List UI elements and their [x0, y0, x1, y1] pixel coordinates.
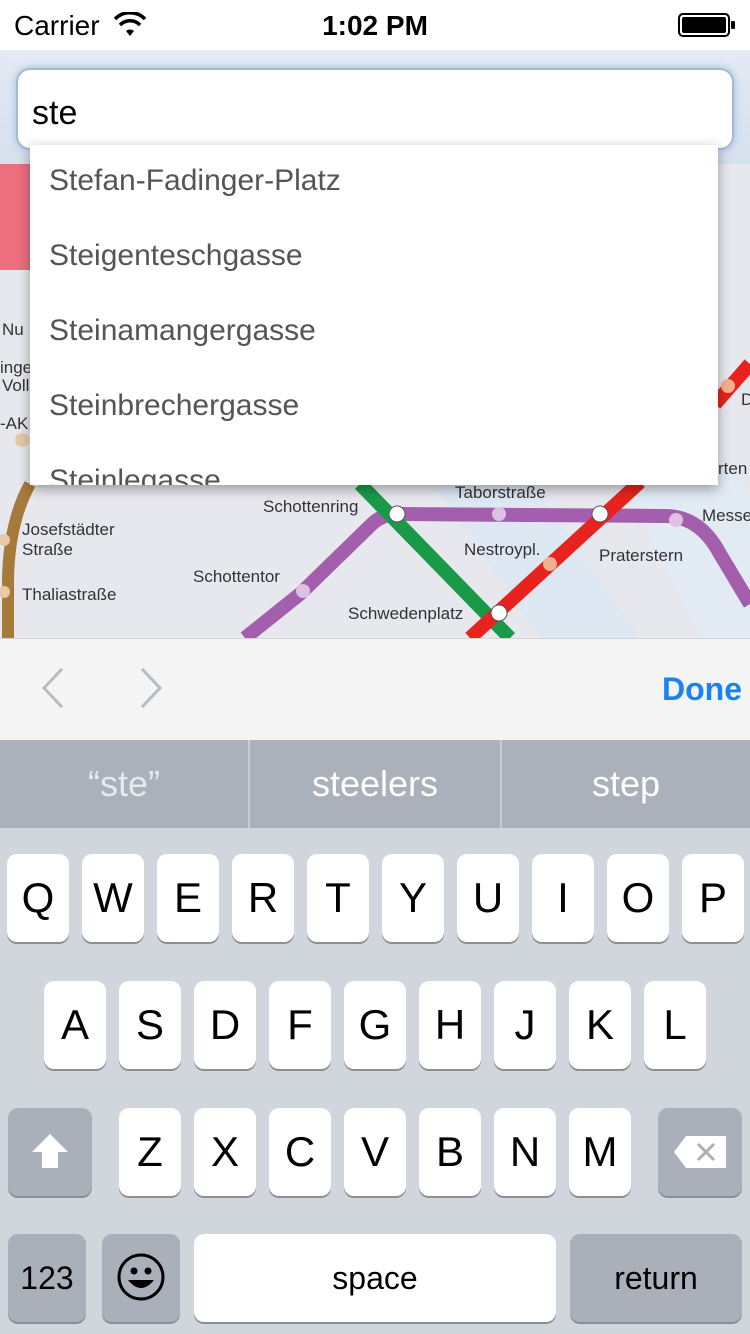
key-j[interactable]: J	[494, 981, 556, 1069]
map-station-interchange	[490, 604, 508, 622]
key-w[interactable]: W	[82, 854, 144, 942]
key-o[interactable]: O	[607, 854, 669, 942]
suggestion-bar: “ste” steelers step	[0, 740, 750, 828]
key-l[interactable]: L	[644, 981, 706, 1069]
map-label: Taborstraße	[455, 483, 546, 502]
map-label: Straße	[22, 540, 74, 559]
key-z[interactable]: Z	[119, 1108, 181, 1196]
key-i[interactable]: I	[532, 854, 594, 942]
map-label: rten	[718, 459, 748, 478]
map-station-interchange	[388, 505, 406, 523]
key-u[interactable]: U	[457, 854, 519, 942]
autocomplete-item[interactable]: Steinbrechergasse	[30, 370, 718, 445]
key-y[interactable]: Y	[382, 854, 444, 942]
shift-arrow-icon	[32, 1134, 68, 1168]
key-f[interactable]: F	[269, 981, 331, 1069]
map-label: Nu	[2, 320, 24, 339]
key-c[interactable]: C	[269, 1108, 331, 1196]
key-s[interactable]: S	[119, 981, 181, 1069]
map-label: Schwedenplatz	[348, 604, 464, 623]
map-label: Schottenring	[263, 497, 359, 516]
key-p[interactable]: P	[682, 854, 744, 942]
search-input-value: ste	[32, 94, 78, 132]
search-input[interactable]: ste	[16, 68, 734, 150]
key-r[interactable]: R	[232, 854, 294, 942]
suggestion-item[interactable]: steelers	[250, 740, 500, 828]
key-x[interactable]: X	[194, 1108, 256, 1196]
key-q[interactable]: Q	[7, 854, 69, 942]
key-e[interactable]: E	[157, 854, 219, 942]
map-label: Schottentor	[193, 567, 280, 586]
done-button[interactable]: Done	[632, 671, 742, 708]
key-n[interactable]: N	[494, 1108, 556, 1196]
next-arrow-icon[interactable]	[130, 663, 170, 713]
battery-icon	[678, 13, 735, 37]
map-label: D	[741, 390, 750, 409]
autocomplete-item[interactable]: Steigenteschgasse	[30, 220, 718, 295]
autocomplete-item[interactable]: Stefan-Fadinger-Platz	[30, 145, 718, 220]
map-label: Thaliastraße	[22, 585, 117, 604]
key-k[interactable]: K	[569, 981, 631, 1069]
numbers-key[interactable]: 123	[8, 1234, 86, 1322]
delete-key[interactable]	[658, 1108, 742, 1196]
autocomplete-item[interactable]: Steinlegasse	[30, 445, 718, 485]
suggestion-item[interactable]: “ste”	[0, 740, 248, 828]
return-key[interactable]: return	[570, 1234, 742, 1322]
status-time: 1:02 PM	[322, 10, 428, 41]
emoji-key[interactable]	[102, 1234, 180, 1322]
keyboard: “ste” steelers step QWERTYUIOP ASDFGHJKL…	[0, 740, 750, 1334]
key-v[interactable]: V	[344, 1108, 406, 1196]
previous-arrow-icon[interactable]	[34, 663, 74, 713]
map-station	[669, 513, 683, 527]
suggestion-item[interactable]: step	[502, 740, 750, 828]
key-h[interactable]: H	[419, 981, 481, 1069]
brown-line	[2, 481, 36, 638]
key-b[interactable]: B	[419, 1108, 481, 1196]
keyboard-accessory-bar: Done	[0, 638, 750, 740]
emoji-icon	[117, 1253, 165, 1301]
map-label: inge	[0, 358, 33, 377]
key-g[interactable]: G	[344, 981, 406, 1069]
map-station	[15, 433, 29, 447]
key-a[interactable]: A	[44, 981, 106, 1069]
map-station	[296, 584, 310, 598]
status-bar: Carrier 1:02 PM	[0, 0, 750, 50]
key-m[interactable]: M	[569, 1108, 631, 1196]
key-t[interactable]: T	[307, 854, 369, 942]
map-station	[721, 379, 735, 393]
shift-key[interactable]	[8, 1108, 92, 1196]
map-label: Praterstern	[599, 546, 684, 565]
autocomplete-dropdown: Stefan-Fadinger-Platz Steigenteschgasse …	[30, 145, 718, 485]
map-label: Voll	[2, 376, 30, 395]
map-station	[492, 507, 506, 521]
map-station	[543, 557, 557, 571]
map-label: Josefstädter	[22, 520, 115, 539]
key-d[interactable]: D	[194, 981, 256, 1069]
space-key[interactable]: space	[194, 1234, 556, 1322]
map-label: Nestroypl.	[464, 540, 541, 559]
autocomplete-item[interactable]: Steinamangergasse	[30, 295, 718, 370]
map-station-interchange	[591, 505, 609, 523]
map-label: Messe	[702, 506, 750, 525]
backspace-icon	[674, 1136, 726, 1168]
map-label: -AK	[0, 414, 29, 433]
